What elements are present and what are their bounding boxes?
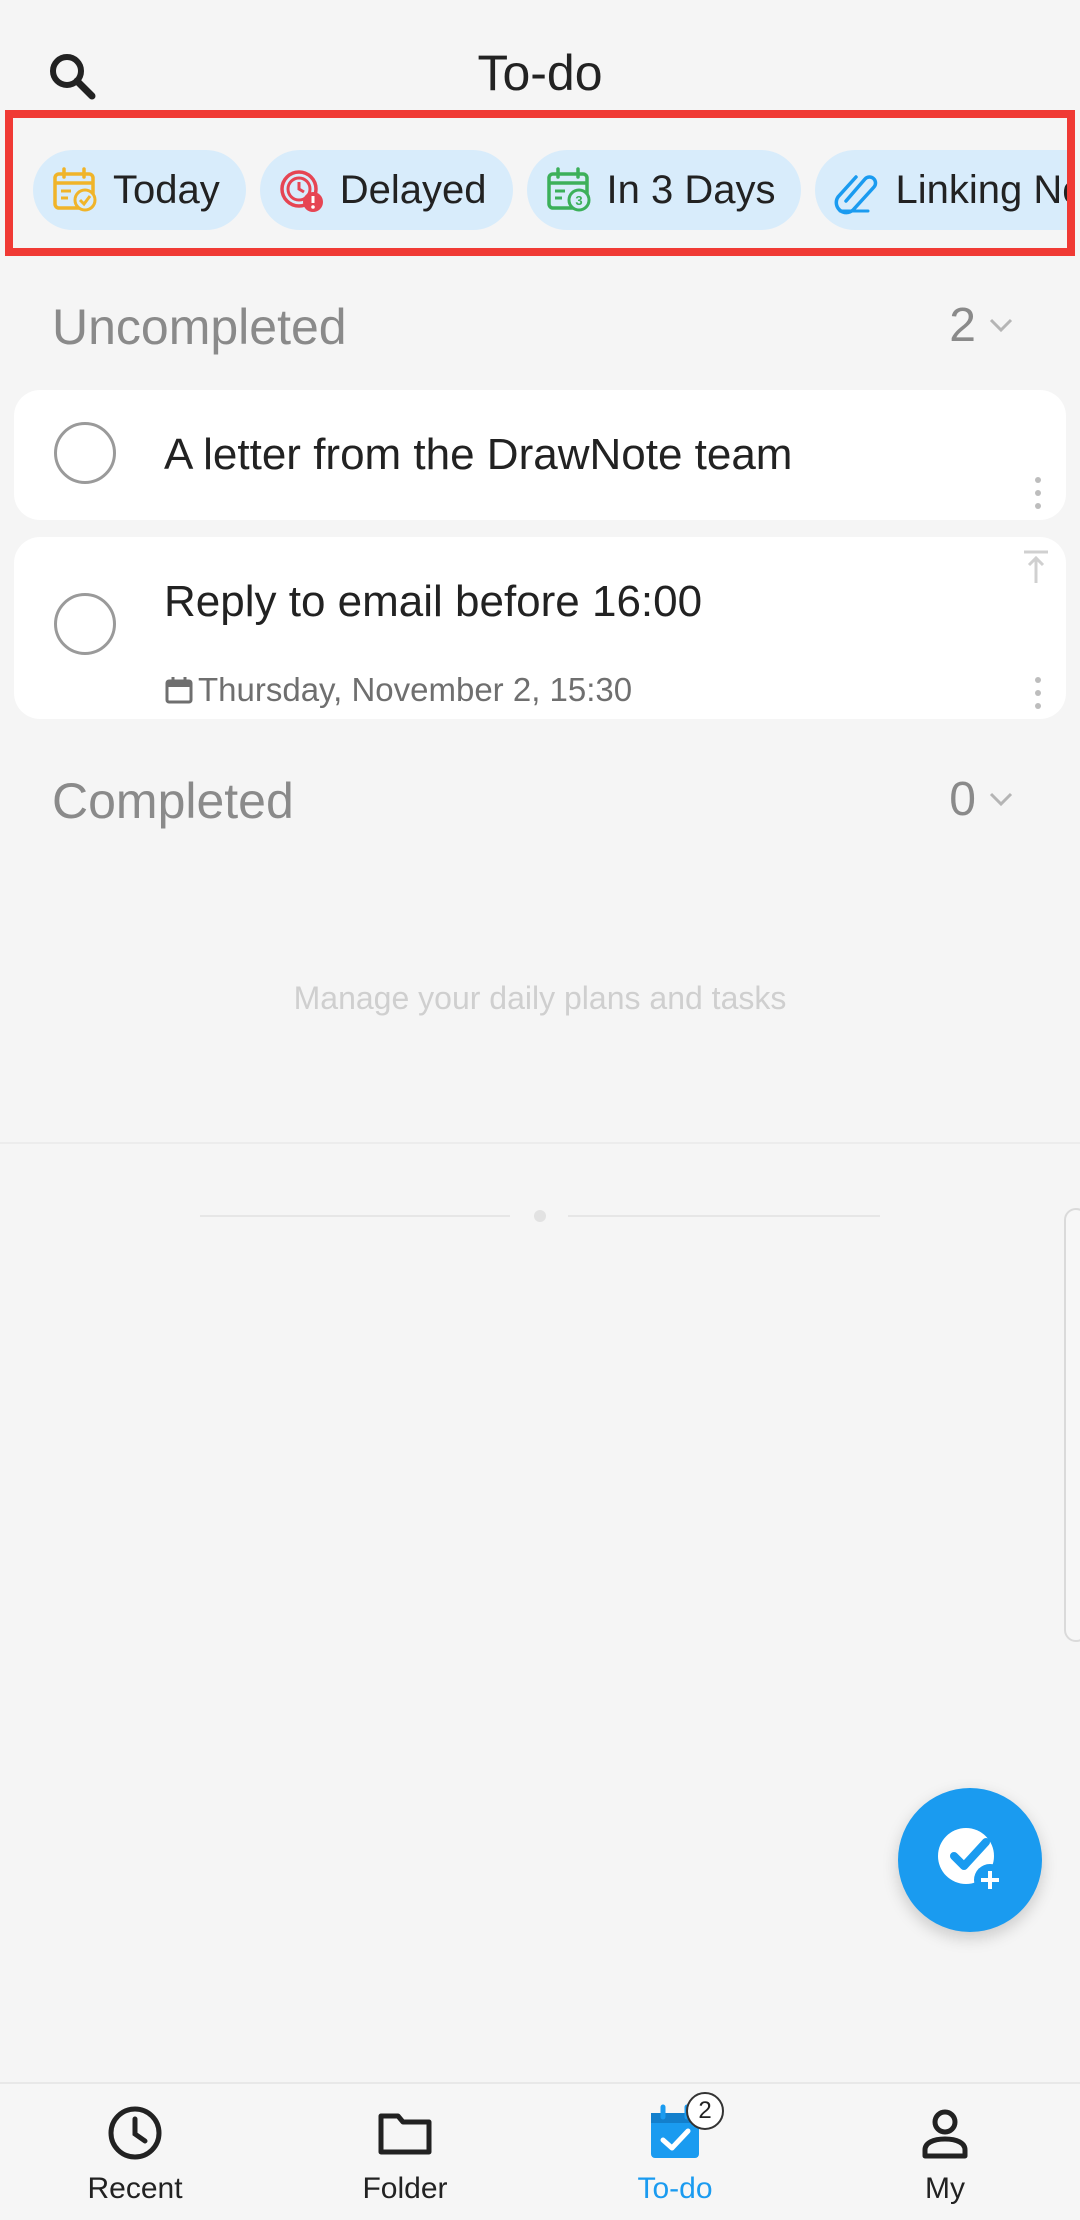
add-todo-button[interactable] xyxy=(898,1788,1042,1932)
task-due-date: Thursday, November 2, 15:30 xyxy=(164,671,632,709)
filter-chip-today[interactable]: Today xyxy=(33,150,246,230)
task-checkbox[interactable] xyxy=(54,593,116,655)
calendar-icon xyxy=(165,677,193,704)
task-title: A letter from the DrawNote team xyxy=(164,430,793,479)
filter-chips: Today Delayed 3 In 3 Days Linking N xyxy=(33,150,1067,230)
calendar-3-icon: 3 xyxy=(543,164,595,216)
divider xyxy=(0,1142,1080,1144)
section-title: Completed xyxy=(52,773,294,829)
section-header-completed[interactable]: Completed 0 xyxy=(0,752,1080,842)
filter-chip-in-3-days[interactable]: 3 In 3 Days xyxy=(526,150,802,230)
section-title: Uncompleted xyxy=(52,299,347,355)
task-card[interactable]: Reply to email before 16:00 Thursday, No… xyxy=(14,537,1066,719)
filter-chip-strip: Today Delayed 3 In 3 Days Linking N xyxy=(5,110,1075,256)
chevron-down-icon xyxy=(989,792,1013,807)
task-card[interactable]: A letter from the DrawNote team xyxy=(14,390,1066,520)
nav-label: My xyxy=(925,2172,965,2205)
nav-recent[interactable]: Recent xyxy=(0,2084,270,2220)
page-title: To-do xyxy=(477,45,603,101)
folder-icon xyxy=(378,2113,432,2155)
section-header-uncompleted[interactable]: Uncompleted 2 xyxy=(0,278,1080,368)
more-vertical-icon[interactable] xyxy=(1034,676,1042,710)
empty-hint: Manage your daily plans and tasks xyxy=(293,980,787,1016)
section-count: 2 xyxy=(949,299,976,352)
nav-folder[interactable]: Folder xyxy=(270,2084,540,2220)
task-checkbox[interactable] xyxy=(54,422,116,484)
nav-todo[interactable]: To-do xyxy=(540,2084,810,2220)
bottom-nav: Recent Folder To-do My xyxy=(0,2082,1080,2220)
chevron-down-icon xyxy=(989,318,1013,333)
todo-count-badge: 2 xyxy=(686,2092,724,2130)
person-icon xyxy=(922,2109,968,2159)
add-todo-icon xyxy=(938,1828,1006,1896)
calendar-check-icon xyxy=(49,164,101,216)
nav-label: To-do xyxy=(637,2172,713,2205)
header: To-do xyxy=(0,0,1080,110)
pin-to-top-icon[interactable] xyxy=(1020,549,1052,585)
filter-chip-linking-note[interactable]: Linking Note xyxy=(815,150,1067,230)
divider-dot xyxy=(534,1210,546,1222)
nav-label: Folder xyxy=(362,2172,448,2205)
more-vertical-icon[interactable] xyxy=(1034,476,1042,510)
side-drawer-handle[interactable] xyxy=(1064,1208,1080,1642)
nav-my[interactable]: My xyxy=(810,2084,1080,2220)
task-date-text: Thursday, November 2, 15:30 xyxy=(198,671,633,708)
task-title: Reply to email before 16:00 xyxy=(164,577,703,626)
clock-icon xyxy=(108,2106,162,2160)
nav-label: Recent xyxy=(87,2172,183,2205)
filter-chip-label: In 3 Days xyxy=(606,167,776,212)
divider xyxy=(200,1215,510,1217)
filter-chip-delayed[interactable]: Delayed xyxy=(259,150,513,230)
filter-chip-label: Linking Note xyxy=(895,167,1067,212)
divider xyxy=(568,1215,880,1217)
todo-screen: To-do Today Delayed 3 In 3 Days Linking … xyxy=(0,0,1080,2220)
overdue-clock-icon xyxy=(276,164,328,216)
filter-chip-label: Delayed xyxy=(339,167,487,212)
section-count: 0 xyxy=(949,773,976,826)
svg-text:3: 3 xyxy=(575,193,582,208)
filter-chip-label: Today xyxy=(113,167,220,212)
paperclip-icon xyxy=(831,164,883,216)
